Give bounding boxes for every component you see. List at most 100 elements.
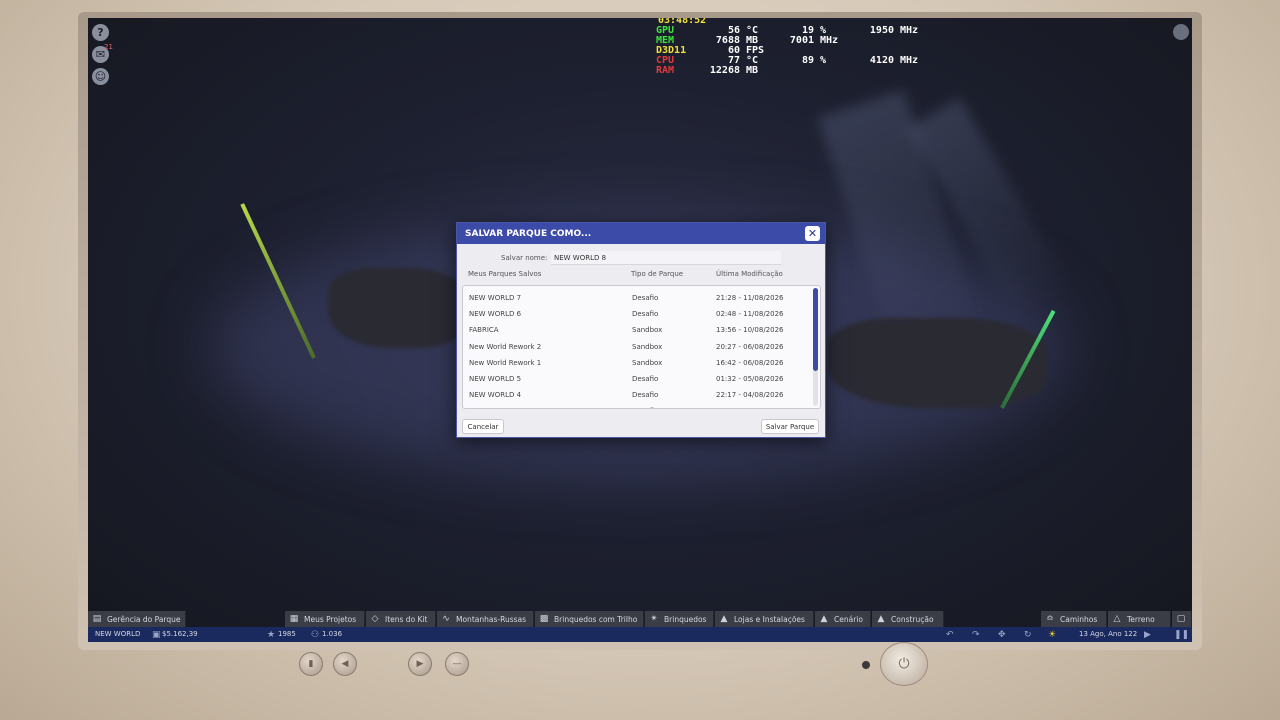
terrain-icon: △: [1113, 614, 1121, 624]
guest-count[interactable]: 1.036: [322, 630, 342, 638]
construction-button[interactable]: ▲ Construção: [872, 611, 944, 627]
park-date: 13 Ago, Ano 122: [1079, 630, 1138, 638]
saved-park-row[interactable]: NEW WORLD 4 Desafio 22:17 - 04/08/2026: [463, 387, 811, 403]
saved-park-name: New World Rework 1: [469, 358, 542, 367]
saved-park-row[interactable]: NEW WORLD 3 Desafio 13:13 - 04/08/2026: [463, 403, 811, 408]
shop-icon: ▲: [720, 614, 728, 624]
saved-park-row[interactable]: FABRICA Sandbox 13:56 - 10/08/2026: [463, 322, 811, 338]
coasters-button[interactable]: ∿ Montanhas-Russas: [437, 611, 534, 627]
kit-items-button[interactable]: ◇ Itens do Kit: [366, 611, 436, 627]
column-header-modified[interactable]: Última Modificação: [716, 270, 783, 278]
saved-park-type: Sandbox: [632, 326, 663, 335]
close-icon[interactable]: ✕: [805, 226, 820, 241]
track-rides-label: Brinquedos com Trilho: [554, 614, 638, 624]
perf-v3: 4120: [869, 55, 894, 66]
saved-park-name: FABRICA: [469, 326, 499, 335]
rotate-icon[interactable]: ↻: [1024, 630, 1032, 640]
play-icon[interactable]: ▶: [1144, 630, 1151, 640]
train-icon: ▩: [539, 614, 549, 624]
saved-park-name: NEW WORLD 3: [469, 407, 521, 408]
select-icon: ▢: [1176, 614, 1186, 624]
perf-row: CPU 77 °C 89% 4120 MHz: [656, 56, 918, 66]
perf-u1: MB: [746, 65, 759, 76]
name-row: Salvar nome:: [457, 251, 825, 267]
monitor-button-right[interactable]: ▶: [408, 652, 432, 676]
move-icon[interactable]: ✥: [998, 630, 1006, 640]
column-header-type[interactable]: Tipo de Parque: [631, 270, 683, 278]
saved-park-modified: 21:28 - 11/08/2026: [716, 294, 784, 302]
saved-park-row[interactable]: NEW WORLD 6 Desafio 02:48 - 11/08/2026: [463, 306, 811, 322]
park-money[interactable]: $5.162,39: [162, 630, 198, 638]
tree-icon: ▲: [820, 614, 828, 624]
rides-button[interactable]: ✴ Brinquedos: [645, 611, 714, 627]
scenery-label: Cenário: [834, 614, 863, 624]
track-rides-button[interactable]: ▩ Brinquedos com Trilho: [535, 611, 644, 627]
perf-v2: 7001: [789, 35, 814, 46]
saved-park-modified: 02:48 - 11/08/2026: [716, 310, 784, 319]
park-management-button[interactable]: ▤ Gerência do Parque: [88, 611, 186, 627]
path-icon: ≏: [1046, 614, 1054, 624]
blueprint-icon: ▦: [289, 614, 299, 624]
construction-label: Construção: [891, 614, 934, 624]
saved-parks-list[interactable]: NEW WORLD 7 Desafio 21:28 - 11/08/2026 NEW …: [462, 285, 821, 409]
menu-icon[interactable]: [1173, 24, 1189, 40]
saved-park-name: NEW WORLD 6: [469, 310, 522, 319]
monitor-button-minus[interactable]: —: [445, 652, 469, 676]
perf-v3: 1950: [869, 25, 894, 36]
monitor-button-menu[interactable]: ▮: [299, 652, 323, 676]
saved-park-type: Desafio: [632, 391, 659, 400]
saved-park-name: New World Rework 2: [469, 342, 542, 351]
perf-u2: %: [820, 55, 827, 66]
save-name-input[interactable]: [551, 251, 781, 265]
game-screen[interactable]: ? ✉ 21 ☺ 03:48:52 GPU 56 °C 19% 1950 MHz MEM 76…: [88, 18, 1192, 642]
pause-icon[interactable]: ❚❚: [1174, 630, 1189, 640]
cancel-button[interactable]: Cancelar: [462, 419, 504, 434]
guests-icon: ⚇: [311, 630, 320, 640]
saved-park-name: NEW WORLD 5: [469, 375, 522, 383]
scene-park-left: [328, 268, 468, 348]
saved-park-row[interactable]: NEW WORLD 7 Desafio 21:28 - 11/08/2026: [463, 290, 811, 306]
saved-park-type: Desafio: [632, 310, 659, 319]
shops-button[interactable]: ▲ Lojas e Instalações: [715, 611, 814, 627]
weather-icon: ☀: [1048, 630, 1057, 640]
my-projects-button[interactable]: ▦ Meus Projetos: [285, 611, 365, 627]
saved-park-row[interactable]: NEW WORLD 5 Desafio 01:32 - 05/08/2026: [463, 371, 811, 387]
terrain-button[interactable]: △ Terreno: [1108, 611, 1171, 627]
column-header-name[interactable]: Meus Parques Salvos: [468, 270, 541, 278]
performance-overlay: 03:48:52 GPU 56 °C 19% 1950 MHz MEM 7688 MB 7001 M…: [656, 18, 918, 76]
power-led: [862, 661, 870, 669]
saved-park-name: NEW WORLD 4: [469, 391, 522, 400]
park-name[interactable]: NEW WORLD: [95, 630, 140, 638]
saved-park-row[interactable]: New World Rework 2 Sandbox 20:27 - 06/08/2…: [463, 339, 811, 355]
perf-row: RAM 12268 MB: [656, 66, 918, 76]
shops-label: Lojas e Instalações: [734, 614, 805, 624]
dialog-header: SALVAR PARQUE COMO... ✕: [457, 223, 825, 244]
perf-u2: [820, 66, 854, 76]
redo-icon[interactable]: ↷: [972, 630, 980, 640]
paths-button[interactable]: ≏ Caminhos: [1041, 611, 1107, 627]
saved-park-type: Desafio: [632, 294, 659, 302]
save-park-button[interactable]: Salvar Parque: [761, 419, 819, 434]
construction-icon: ▲: [877, 614, 885, 624]
help-icon[interactable]: ?: [92, 24, 109, 41]
saved-park-row[interactable]: New World Rework 1 Sandbox 16:42 - 06/08/2…: [463, 355, 811, 371]
perf-u2: MHz: [820, 35, 839, 46]
coasters-label: Montanhas-Russas: [456, 614, 527, 624]
power-button[interactable]: ⏻: [880, 642, 928, 686]
name-label: Salvar nome:: [501, 254, 548, 262]
scrollbar[interactable]: [813, 288, 818, 406]
undo-icon[interactable]: ↶: [946, 630, 954, 640]
clipboard-icon: ▤: [92, 614, 102, 624]
monitor-button-left[interactable]: ◀: [333, 652, 357, 676]
saved-park-type: Sandbox: [632, 358, 663, 367]
saved-park-name: NEW WORLD 7: [469, 294, 522, 302]
saved-park-type: Sandbox: [632, 342, 663, 351]
scrollbar-thumb[interactable]: [813, 288, 818, 371]
avatar-icon[interactable]: ☺: [92, 68, 109, 85]
select-tool-button[interactable]: ▢: [1172, 611, 1192, 627]
perf-v2: [770, 66, 814, 76]
saved-park-type: Desafio: [632, 407, 658, 408]
scenery-button[interactable]: ▲ Cenário: [815, 611, 871, 627]
perf-label: RAM: [656, 65, 675, 76]
park-rating[interactable]: 1985: [278, 630, 296, 638]
